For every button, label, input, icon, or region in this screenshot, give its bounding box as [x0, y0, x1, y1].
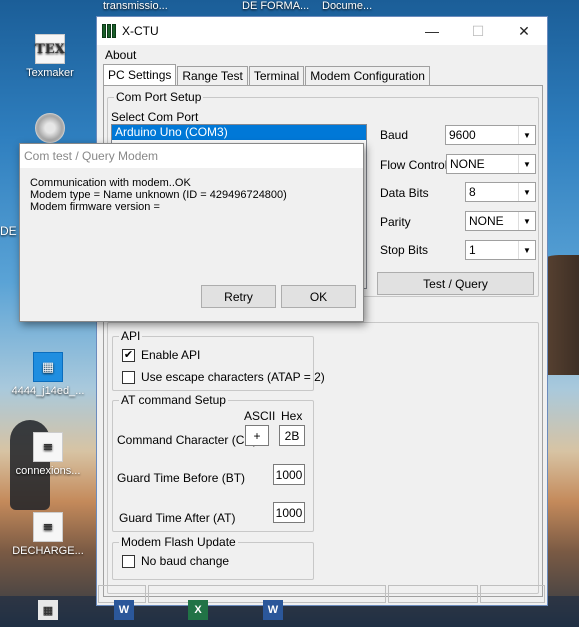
- data-bits-label: Data Bits: [380, 186, 429, 200]
- guard-time-after-label: Guard Time After (AT): [119, 511, 236, 525]
- no-baud-change-label: No baud change: [141, 554, 230, 568]
- escape-characters-checkbox[interactable]: Use escape characters (ATAP = 2): [122, 370, 325, 384]
- command-character-label: Command Character (CC): [117, 433, 258, 447]
- desktop-file-de-forma[interactable]: DE FORMA...: [242, 0, 309, 12]
- disk-icon: [35, 113, 65, 143]
- flow-control-select[interactable]: NONE ▼: [446, 154, 536, 174]
- desktop-icon-label: Texmaker: [26, 67, 74, 79]
- chevron-down-icon: ▼: [518, 155, 535, 173]
- chevron-down-icon: ▼: [518, 183, 535, 201]
- word-doc-icon[interactable]: W: [263, 600, 283, 620]
- minimize-button[interactable]: —: [409, 17, 455, 45]
- window-title: X-CTU: [122, 24, 159, 38]
- desktop-icon-connexions[interactable]: ≡ connexions...: [8, 432, 88, 477]
- document-icon: ≡: [33, 432, 63, 462]
- data-bits-value: 8: [469, 185, 476, 199]
- select-com-port-label: Select Com Port: [111, 110, 199, 124]
- at-command-setup-label: AT command Setup: [119, 393, 228, 407]
- guard-time-before-input[interactable]: 1000: [273, 464, 305, 485]
- desktop-file-documents[interactable]: Docume...: [322, 0, 372, 12]
- api-group-label: API: [119, 329, 143, 343]
- flow-control-value: NONE: [450, 157, 485, 171]
- hex-header: Hex: [281, 409, 303, 423]
- menu-bar: About: [97, 45, 547, 65]
- texmaker-icon: TEX: [35, 34, 65, 64]
- escape-characters-label: Use escape characters (ATAP = 2): [141, 370, 325, 384]
- baud-select[interactable]: 9600 ▼: [445, 125, 536, 145]
- at-command-setup-group: AT command Setup ASCII Hex Command Chara…: [112, 393, 314, 532]
- desktop-icon-decharge[interactable]: ≡ DECHARGE...: [8, 512, 88, 557]
- dialog-message: Communication with modem..OK Modem type …: [30, 177, 287, 213]
- no-baud-change-checkbox[interactable]: No baud change: [122, 554, 229, 568]
- tab-modem-configuration[interactable]: Modem Configuration: [305, 66, 430, 85]
- image-file-icon: ▦: [33, 352, 63, 382]
- maximize-button: ☐: [471, 22, 485, 39]
- cc-hex-input[interactable]: 2B: [279, 425, 305, 446]
- flow-control-label: Flow Control: [380, 158, 448, 172]
- guard-time-after-input[interactable]: 1000: [273, 502, 305, 523]
- tab-pc-settings[interactable]: PC Settings: [103, 64, 177, 85]
- desktop-file-transmission[interactable]: transmissio...: [103, 0, 168, 12]
- com-port-setup-label: Com Port Setup: [114, 90, 204, 104]
- data-bits-select[interactable]: 8 ▼: [465, 182, 536, 202]
- parity-select[interactable]: NONE ▼: [465, 211, 536, 231]
- baud-value: 9600: [449, 128, 476, 142]
- grid-app-icon[interactable]: ▦: [38, 600, 58, 620]
- desktop-icon-label: DECHARGE...: [12, 545, 84, 557]
- tab-range-test[interactable]: Range Test: [177, 66, 248, 85]
- title-bar[interactable]: X-CTU — ☐ ✕: [97, 17, 547, 45]
- word-doc-icon[interactable]: W: [114, 600, 134, 620]
- retry-button[interactable]: Retry: [201, 285, 276, 308]
- status-cell: [388, 585, 478, 603]
- dialog-line-modem-type: Modem type = Name unknown (ID = 42949672…: [30, 189, 287, 201]
- stop-bits-value: 1: [469, 243, 476, 257]
- chevron-down-icon: ▼: [518, 212, 535, 230]
- chevron-down-icon: ▼: [518, 126, 535, 144]
- stop-bits-select[interactable]: 1 ▼: [465, 240, 536, 260]
- chevron-down-icon: ▼: [518, 241, 535, 259]
- desktop-icon-label: connexions...: [15, 465, 81, 477]
- dialog-title: Com test / Query Modem: [20, 144, 363, 168]
- modem-flash-update-group: Modem Flash Update No baud change: [112, 535, 314, 580]
- excel-doc-icon[interactable]: X: [188, 600, 208, 620]
- close-button[interactable]: ✕: [501, 17, 547, 45]
- checkbox-empty-icon: [122, 370, 135, 384]
- tab-strip: PC Settings Range Test Terminal Modem Co…: [103, 64, 431, 85]
- api-group: API ✔ Enable API Use escape characters (…: [112, 329, 325, 391]
- tab-terminal[interactable]: Terminal: [248, 66, 305, 85]
- enable-api-checkbox[interactable]: ✔ Enable API: [122, 348, 200, 362]
- enable-api-label: Enable API: [141, 348, 201, 362]
- guard-time-before-label: Guard Time Before (BT): [117, 471, 246, 485]
- baud-label: Baud: [380, 128, 409, 142]
- checkmark-icon: ✔: [122, 348, 135, 362]
- stop-bits-label: Stop Bits: [380, 243, 429, 257]
- desktop-icon-4444[interactable]: ▦ 4444_j14ed_...: [8, 352, 88, 397]
- parity-value: NONE: [469, 214, 504, 228]
- ok-button[interactable]: OK: [281, 285, 356, 308]
- desktop-icon-disk[interactable]: [10, 113, 90, 146]
- ascii-header: ASCII: [244, 409, 276, 423]
- desktop-left-edge-text: DE: [0, 224, 17, 238]
- com-test-dialog: Com test / Query Modem Communication wit…: [19, 143, 364, 322]
- xctu-app-icon: [102, 24, 116, 38]
- status-bar: [98, 585, 547, 605]
- test-query-button[interactable]: Test / Query: [377, 272, 534, 295]
- parity-label: Parity: [380, 215, 411, 229]
- checkbox-empty-icon: [122, 554, 135, 568]
- dialog-line-communication: Communication with modem..OK: [30, 177, 191, 189]
- status-cell: [480, 585, 545, 603]
- modem-flash-update-label: Modem Flash Update: [119, 535, 238, 549]
- cc-ascii-input[interactable]: +: [245, 425, 269, 446]
- dialog-line-firmware: Modem firmware version =: [30, 201, 160, 213]
- com-port-item-selected[interactable]: Arduino Uno (COM3): [112, 125, 366, 140]
- desktop-icon-texmaker[interactable]: TEX Texmaker: [10, 34, 90, 79]
- desktop-icon-label: 4444_j14ed_...: [11, 385, 85, 397]
- menu-about[interactable]: About: [105, 48, 136, 62]
- document-icon: ≡: [33, 512, 63, 542]
